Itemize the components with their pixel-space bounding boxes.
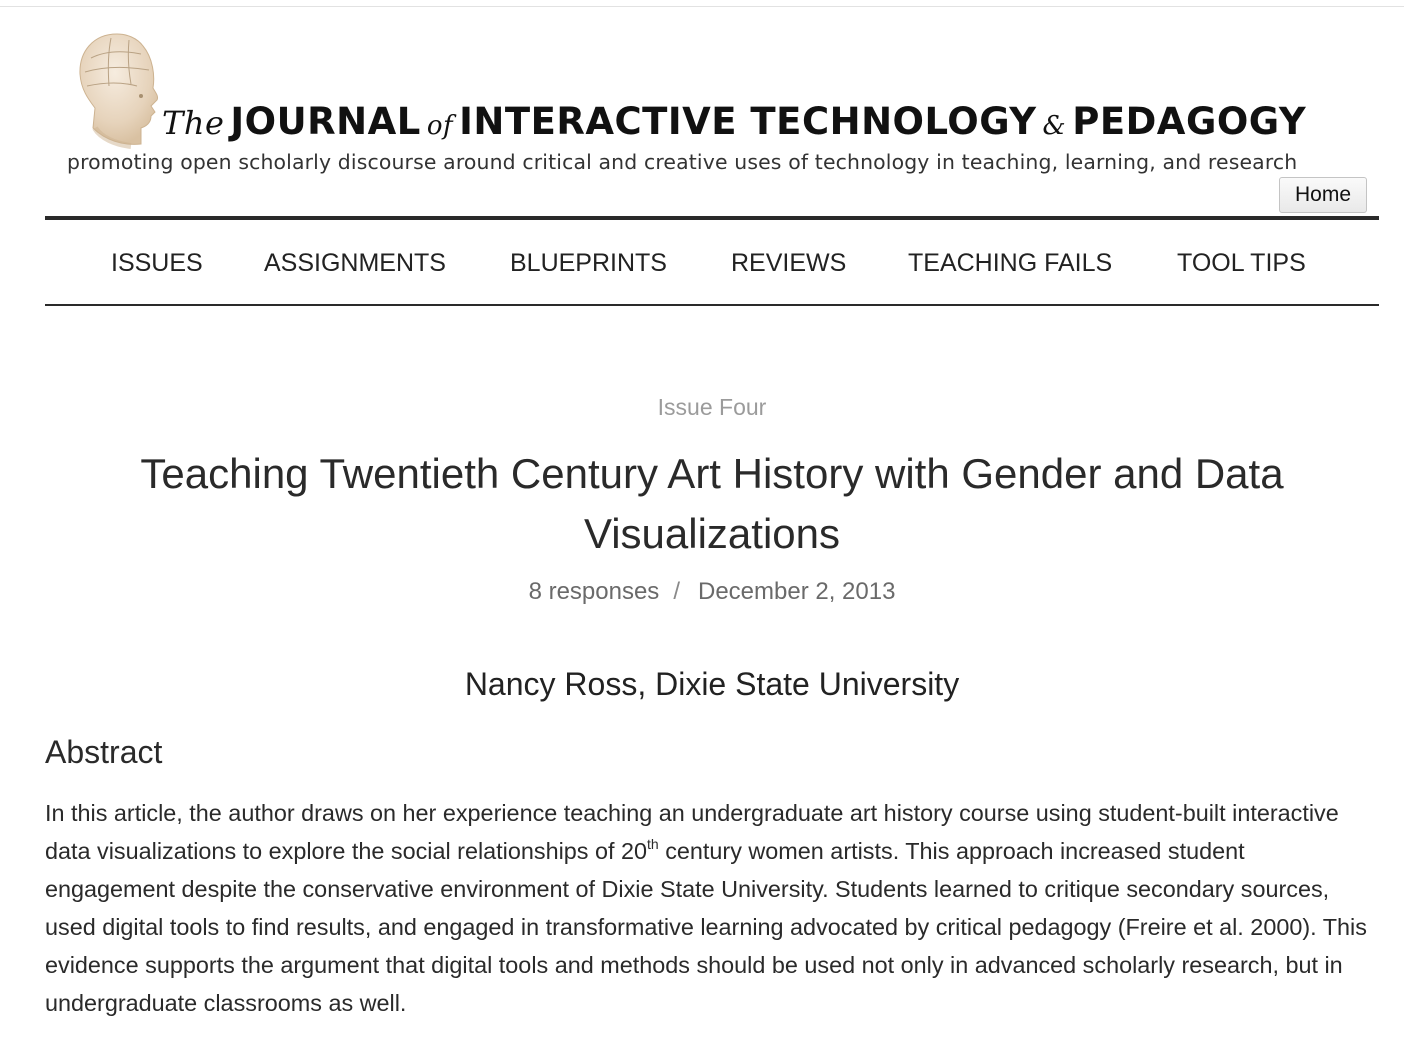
nav-item-tool-tips[interactable]: TOOL TIPS [1177, 249, 1306, 278]
title-interactive-technology: INTERACTIVE TECHNOLOGY [459, 100, 1037, 143]
publish-date: December 2, 2013 [697, 578, 896, 605]
title-the: The [162, 104, 225, 142]
main-navigation: ISSUES ASSIGNMENTS BLUEPRINTS REVIEWS TE… [45, 216, 1379, 306]
abstract-superscript: th [647, 836, 659, 852]
nav-item-reviews[interactable]: REVIEWS [731, 249, 846, 278]
citation-link[interactable]: Freire et al. 2000 [1126, 914, 1303, 940]
journal-title: The JOURNAL of INTERACTIVE TECHNOLOGY & PEDAG… [162, 100, 1306, 143]
home-button[interactable]: Home [1279, 177, 1367, 213]
responses-link[interactable]: 8 responses [529, 578, 660, 605]
article-meta: 8 responses / December 2, 2013 [45, 578, 1379, 606]
issue-category-link[interactable]: Issue Four [45, 394, 1379, 421]
article-author: Nancy Ross, Dixie State University [464, 666, 960, 702]
article-title: Teaching Twentieth Century Art History w… [140, 450, 1284, 557]
phrenology-head-icon [79, 33, 158, 149]
abstract-text: In this article, the author draws on her… [45, 794, 1379, 1022]
abstract-heading: Abstract [45, 734, 163, 770]
page: The JOURNAL of INTERACTIVE TECHNOLOGY & PEDAG… [45, 0, 1379, 1064]
nav-item-teaching-fails[interactable]: TEACHING FAILS [908, 249, 1112, 278]
masthead: The JOURNAL of INTERACTIVE TECHNOLOGY & PEDAG… [45, 0, 1379, 215]
journal-logo-link[interactable]: The JOURNAL of INTERACTIVE TECHNOLOGY & PEDAG… [45, 0, 1379, 175]
nav-item-blueprints[interactable]: BLUEPRINTS [510, 249, 667, 278]
title-of: of [426, 111, 454, 141]
meta-separator: / [673, 578, 680, 605]
title-journal: JOURNAL [230, 100, 421, 143]
journal-tagline: promoting open scholarly discourse aroun… [67, 150, 1298, 174]
title-pedagogy: PEDAGOGY [1072, 100, 1307, 143]
title-ampersand: & [1042, 111, 1067, 141]
nav-item-issues[interactable]: ISSUES [111, 249, 203, 278]
nav-item-assignments[interactable]: ASSIGNMENTS [264, 249, 446, 278]
